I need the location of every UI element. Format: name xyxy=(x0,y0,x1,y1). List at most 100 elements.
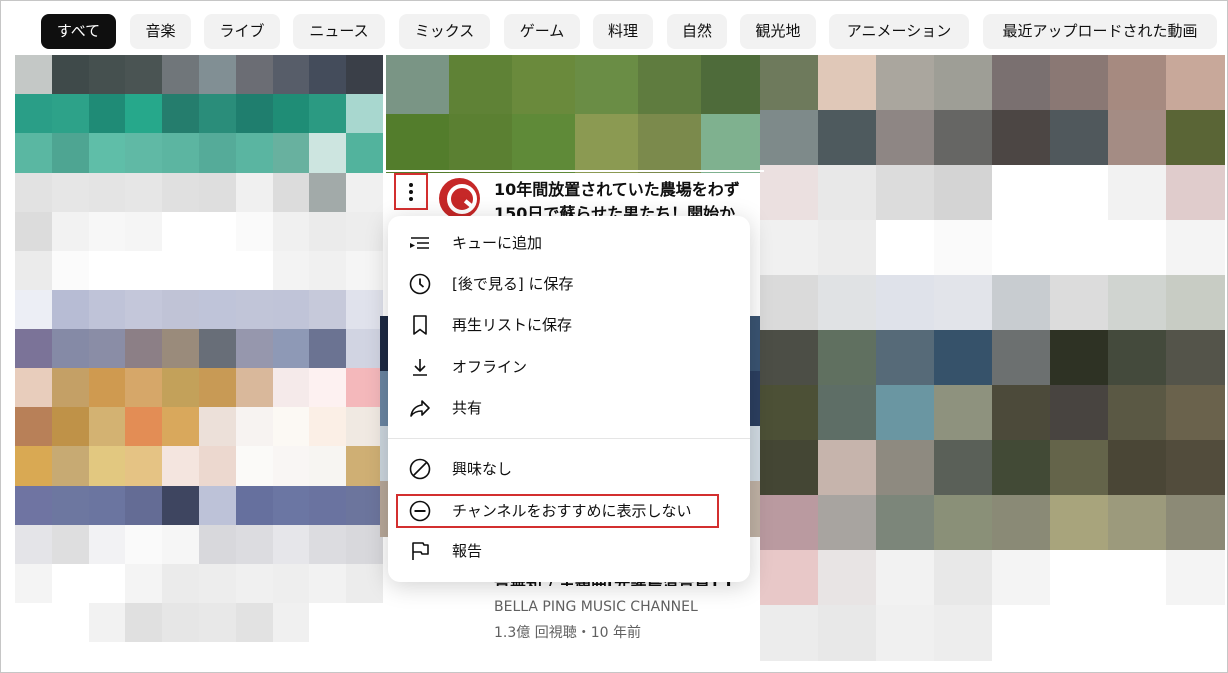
thumbnail-pixel xyxy=(992,330,1051,386)
thumbnail-pixel xyxy=(346,407,384,447)
thumbnail-pixel xyxy=(51,250,90,291)
video-thumbnail-right[interactable] xyxy=(760,55,1225,661)
thumbnail-pixel xyxy=(449,55,513,114)
thumbnail-pixel xyxy=(876,385,935,441)
thumbnail-pixel xyxy=(876,330,935,386)
thumbnail-pixel xyxy=(88,133,126,173)
thumbnail-pixel xyxy=(701,113,765,173)
chip-cooking[interactable]: 料理 xyxy=(593,14,653,49)
thumbnail-pixel xyxy=(1166,385,1225,441)
thumbnail-pixel xyxy=(309,172,347,213)
thumbnail-pixel xyxy=(199,211,237,252)
chip-game[interactable]: ゲーム xyxy=(504,14,580,49)
thumbnail-pixel xyxy=(876,605,935,661)
thumbnail-pixel xyxy=(760,55,819,111)
thumbnail-pixel xyxy=(760,550,819,606)
thumbnail-pixel xyxy=(125,368,163,408)
chip-all[interactable]: すべて xyxy=(41,14,116,49)
thumbnail-pixel xyxy=(235,446,274,487)
video-thumbnail-center[interactable] xyxy=(386,55,765,173)
menu-item-label: 再生リストに保存 xyxy=(452,316,573,334)
thumbnail-pixel xyxy=(162,485,200,526)
thumbnail-pixel xyxy=(1050,165,1109,221)
menu-item-not-interested[interactable]: 興味なし xyxy=(388,449,750,489)
chip-animation[interactable]: アニメーション xyxy=(829,14,969,49)
thumbnail-pixel xyxy=(162,368,200,408)
thumbnail-pixel xyxy=(51,602,90,643)
thumbnail-pixel xyxy=(235,55,274,95)
q-logo-icon xyxy=(447,184,477,214)
menu-item-watch-later[interactable]: [後で見る] に保存 xyxy=(388,264,750,304)
thumbnail-pixel xyxy=(992,495,1051,551)
menu-item-save-to-playlist[interactable]: 再生リストに保存 xyxy=(388,305,750,345)
thumbnail-pixel xyxy=(760,165,819,221)
thumbnail-pixel xyxy=(1108,385,1167,441)
thumbnail-pixel xyxy=(51,524,90,565)
thumbnail-pixel xyxy=(162,133,200,173)
thumbnail-pixel xyxy=(346,250,384,291)
thumbnail-pixel xyxy=(1108,55,1167,111)
thumbnail-pixel xyxy=(162,172,200,213)
chip-nature[interactable]: 自然 xyxy=(667,14,727,49)
thumbnail-pixel xyxy=(1166,220,1225,276)
thumbnail-pixel xyxy=(575,113,639,173)
thumbnail-pixel xyxy=(346,172,384,213)
chip-music[interactable]: 音楽 xyxy=(130,14,191,49)
thumbnail-pixel xyxy=(15,290,53,330)
thumbnail-pixel xyxy=(309,407,347,447)
thumbnail-pixel xyxy=(309,290,347,330)
thumbnail-pixel xyxy=(235,407,274,447)
thumbnail-pixel xyxy=(235,368,274,408)
thumbnail-pixel xyxy=(1166,550,1225,606)
thumbnail-pixel xyxy=(934,220,993,276)
thumbnail-pixel xyxy=(876,55,935,111)
thumbnail-pixel xyxy=(309,485,347,526)
thumbnail-pixel xyxy=(760,440,819,496)
thumbnail-pixel xyxy=(992,220,1051,276)
channel-avatar[interactable] xyxy=(439,178,480,219)
thumbnail-pixel xyxy=(235,172,274,213)
thumbnail-pixel xyxy=(346,329,384,369)
thumbnail-pixel xyxy=(272,94,310,134)
chip-sightseeing[interactable]: 観光地 xyxy=(740,14,816,49)
thumbnail-pixel xyxy=(934,495,993,551)
video-title-line2[interactable]: 150日で蘇らせた男たち！開始か xyxy=(494,202,762,216)
thumbnail-pixel xyxy=(162,55,200,95)
menu-item-offline[interactable]: オフライン xyxy=(388,347,750,387)
thumbnail-pixel xyxy=(272,407,310,447)
thumbnail-pixel xyxy=(199,446,237,487)
channel-name[interactable]: BELLA PING MUSIC CHANNEL xyxy=(494,599,698,615)
thumbnail-pixel xyxy=(199,290,237,330)
thumbnail-pixel xyxy=(760,220,819,276)
thumbnail-pixel xyxy=(818,385,877,441)
video-title-line1[interactable]: 10年間放置されていた農場をわず xyxy=(494,178,762,202)
menu-item-label: キューに追加 xyxy=(452,234,543,252)
menu-item-add-to-queue[interactable]: キューに追加 xyxy=(388,223,750,263)
thumbnail-pixel xyxy=(125,55,163,95)
thumbnail-pixel xyxy=(199,55,237,95)
thumbnail-pixel xyxy=(760,385,819,441)
thumbnail-pixel xyxy=(272,329,310,369)
thumbnail-pixel xyxy=(309,446,347,487)
thumbnail-pixel xyxy=(309,55,347,95)
thumbnail-pixel xyxy=(818,330,877,386)
menu-item-report[interactable]: 報告 xyxy=(388,531,750,571)
thumbnail-pixel xyxy=(235,602,274,643)
thumbnail-pixel xyxy=(1166,495,1225,551)
thumbnail-pixel xyxy=(15,602,53,643)
video-thumbnail-left-bottom[interactable] xyxy=(15,290,384,643)
video-thumbnail-left-top[interactable] xyxy=(15,55,384,291)
chip-recently-uploaded[interactable]: 最近アップロードされた動画 xyxy=(983,14,1217,49)
thumbnail-pixel xyxy=(272,211,310,252)
thumbnail-pixel xyxy=(309,329,347,369)
thumbnail-pixel xyxy=(51,563,90,604)
thumbnail-pixel xyxy=(199,172,237,213)
more-actions-button[interactable] xyxy=(394,173,428,210)
thumbnail-pixel xyxy=(876,220,935,276)
thumbnail-pixel xyxy=(15,368,53,408)
chip-live[interactable]: ライブ xyxy=(204,14,280,49)
chip-mix[interactable]: ミックス xyxy=(399,14,490,49)
thumbnail-pixel xyxy=(125,446,163,487)
chip-news[interactable]: ニュース xyxy=(293,14,385,49)
menu-item-share[interactable]: 共有 xyxy=(388,388,750,428)
